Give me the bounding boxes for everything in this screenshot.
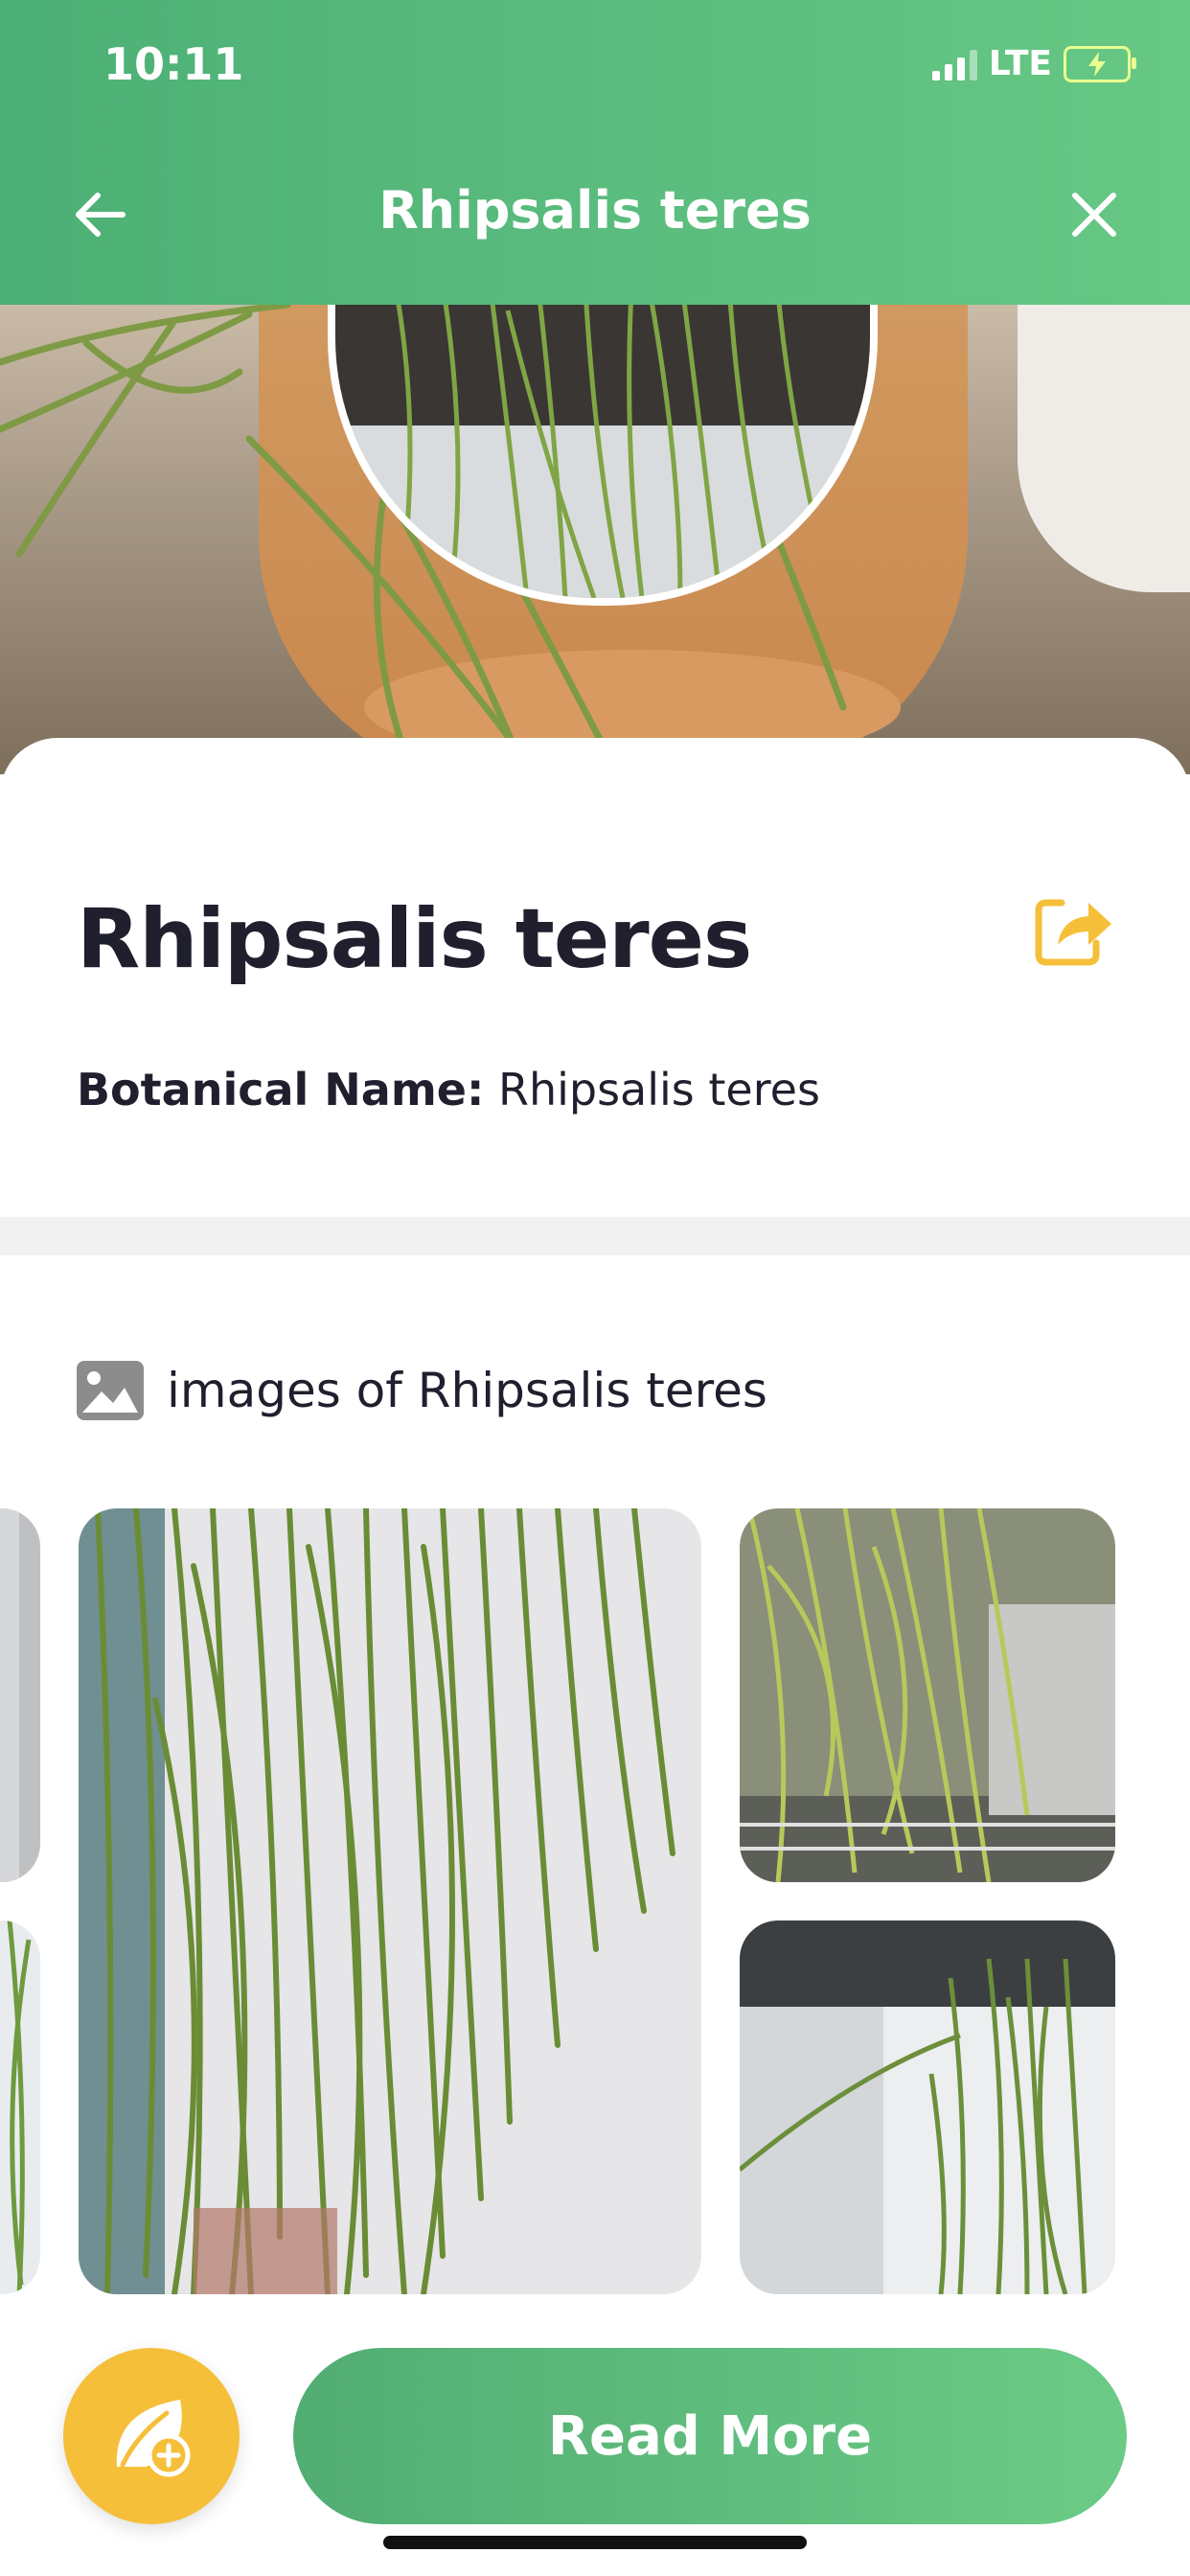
close-icon[interactable] [1069,190,1119,240]
status-indicators: LTE [931,44,1136,83]
home-indicator [383,2536,807,2549]
leaf-plus-icon [116,2400,191,2477]
top-bar: 10:11 LTE Rhipsalis teres [0,0,1190,305]
battery-charging-icon [1064,45,1136,82]
gallery-thumb-left-top[interactable] [0,1508,40,1882]
gallery-thumb-main[interactable] [79,1508,701,2294]
botanical-name-label: Botanical Name: [77,1064,485,1116]
images-heading-name: Rhipsalis teres [417,1363,767,1418]
botanical-name-row: Botanical Name: Rhipsalis teres [77,1064,820,1116]
plant-name: Rhipsalis teres [77,891,752,987]
gallery-thumb-right-top[interactable] [740,1508,1115,1882]
add-plant-button[interactable] [63,2348,240,2524]
botanical-name-value: Rhipsalis teres [498,1064,820,1116]
section-divider [0,1217,1190,1255]
share-icon[interactable] [1033,891,1115,968]
network-label: LTE [988,44,1052,83]
signal-icon [931,48,977,80]
plant-info-card: Rhipsalis teres Botanical Name: Rhipsali… [0,738,1190,1217]
gallery-thumb-right-bottom[interactable] [740,1920,1115,2294]
page-title: Rhipsalis teres [378,180,812,241]
images-heading-prefix: images of [167,1363,402,1418]
image-icon [77,1361,144,1420]
gallery-thumb-left-bottom[interactable] [0,1920,40,2294]
images-heading: images of Rhipsalis teres [77,1361,767,1420]
read-more-button[interactable]: Read More [293,2348,1127,2524]
status-time: 10:11 [103,38,244,90]
